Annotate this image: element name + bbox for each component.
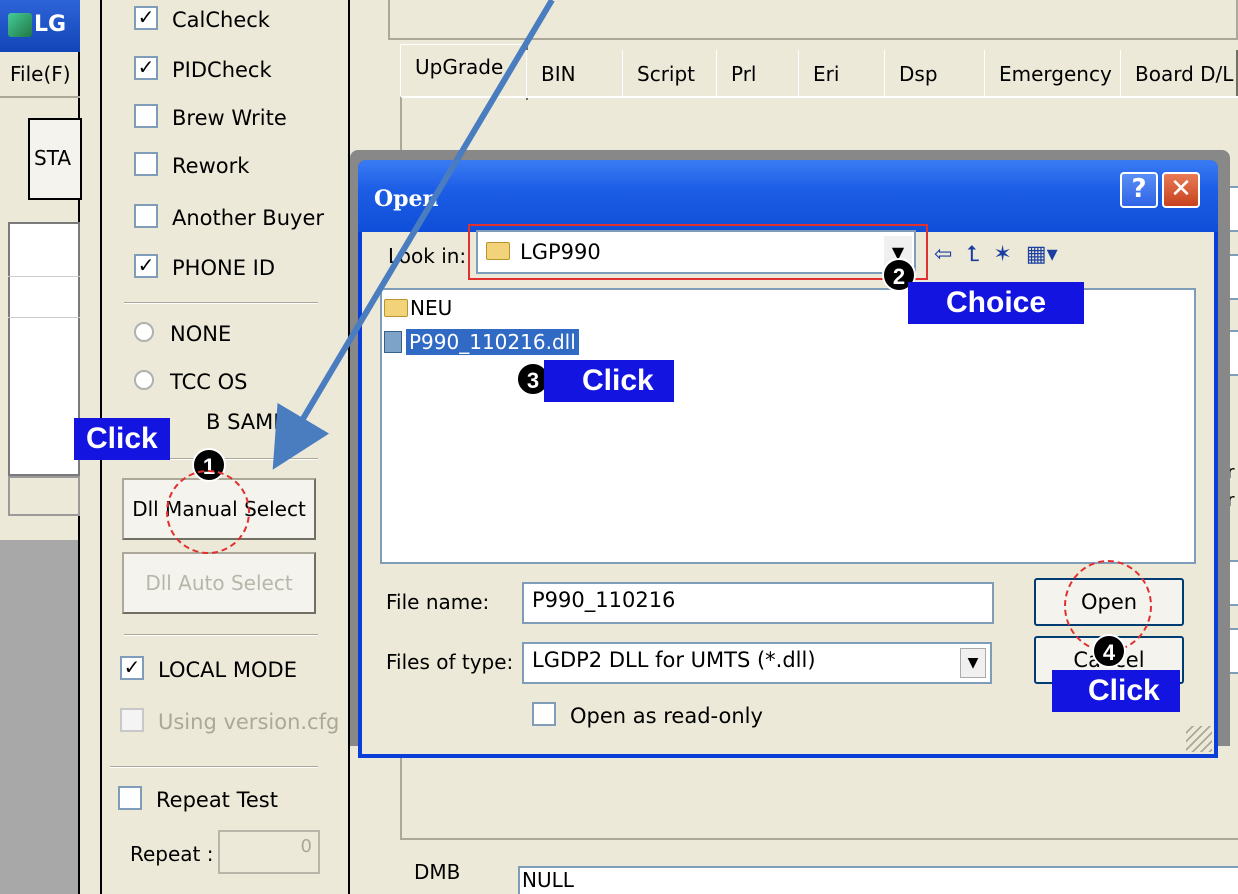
arrow-line — [272, 0, 555, 470]
step1-callout: Click — [74, 418, 170, 460]
step2-callout: Choice — [908, 282, 1085, 324]
step4-badge: 4 — [1092, 634, 1126, 668]
step3-callout: Click — [544, 360, 674, 402]
annotation-arrow — [272, 0, 555, 470]
step1-highlight-circle — [166, 470, 250, 554]
step4-callout: Click — [1052, 670, 1180, 712]
